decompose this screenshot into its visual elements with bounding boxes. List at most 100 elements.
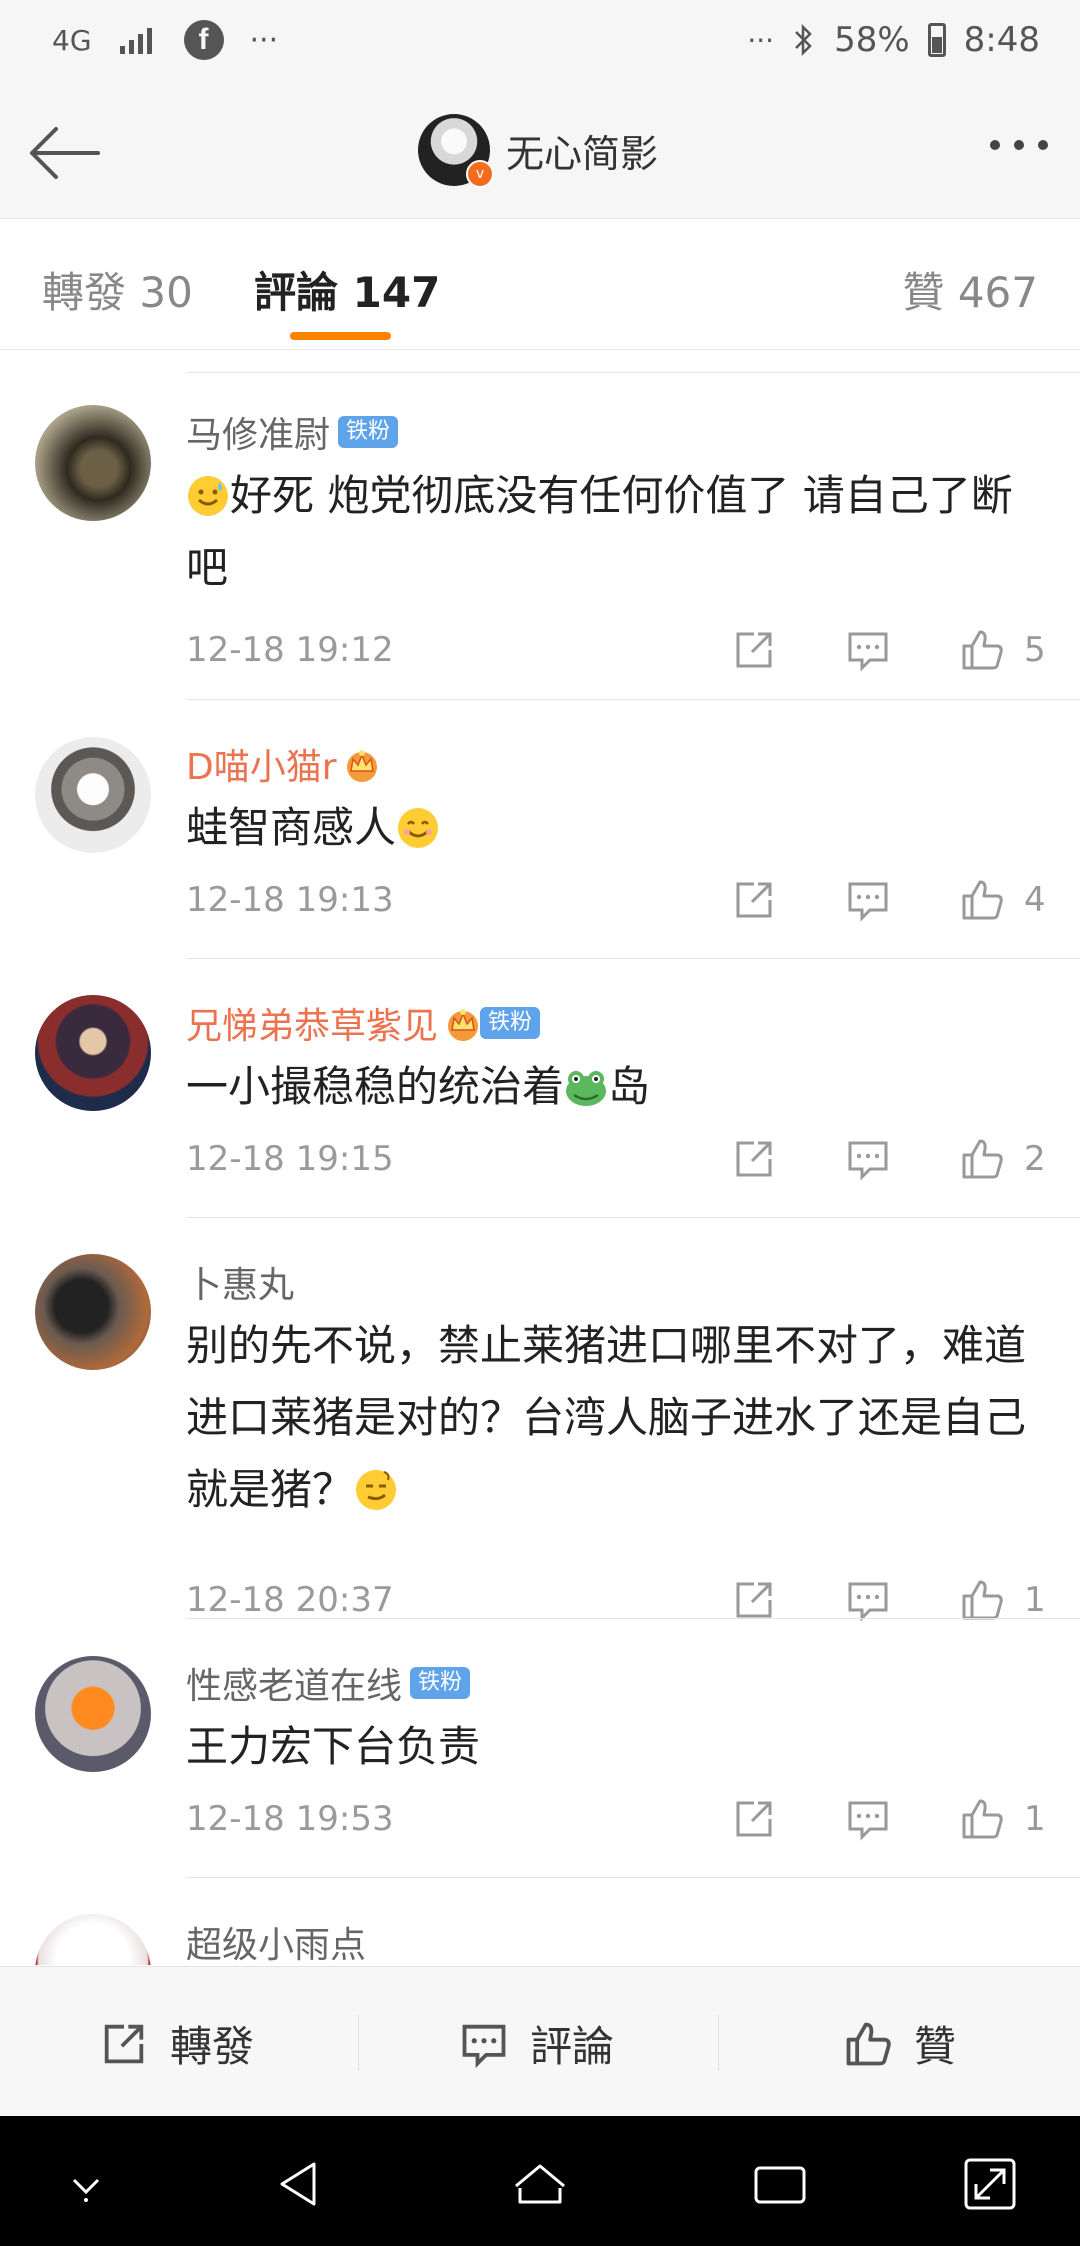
comment-user[interactable]: 马修准尉 铁粉 bbox=[186, 406, 399, 458]
like-icon[interactable] bbox=[958, 1795, 1006, 1843]
nav-back-icon[interactable] bbox=[270, 2154, 330, 2214]
like-icon[interactable] bbox=[958, 626, 1006, 674]
comment-text: 一小撮稳稳的统治着岛 bbox=[186, 1051, 1046, 1123]
comment-text: 王力宏下台负责 bbox=[186, 1711, 1046, 1783]
bottom-action-bar: 轉發 評論 贊 bbox=[0, 1966, 1080, 2117]
active-tab-indicator bbox=[290, 332, 391, 340]
more-dots-icon[interactable] bbox=[990, 140, 1048, 150]
comment-icon[interactable] bbox=[844, 876, 892, 924]
comment-user-name[interactable]: 超级小雨点 bbox=[186, 1916, 366, 1965]
like-count: 1 bbox=[1024, 1580, 1046, 1620]
comment-text: 别的先不说，禁止莱猪进口哪里不对了，难道进口莱猪是对的？台湾人脑子进水了还是自己… bbox=[186, 1310, 1046, 1526]
comment-time: 12-18 19:15 bbox=[186, 1139, 394, 1179]
signal-icon bbox=[119, 28, 152, 54]
author-avatar[interactable]: v bbox=[418, 114, 494, 188]
comment-text: 蛙智商感人 bbox=[186, 792, 1046, 864]
network-type: 4G bbox=[52, 23, 92, 57]
comment-time: 12-18 20:37 bbox=[186, 1580, 394, 1620]
comment-list[interactable]: 马修准尉 铁粉 好死 炮党彻底没有任何价值了 请自己了断吧 12-18 19:1… bbox=[0, 350, 1080, 1965]
nav-recents-icon[interactable] bbox=[750, 2154, 810, 2214]
user-avatar[interactable] bbox=[35, 1254, 151, 1370]
comment-time: 12-18 19:13 bbox=[186, 880, 394, 920]
like-icon[interactable] bbox=[958, 876, 1006, 924]
comment-user[interactable]: 性感老道在线 铁粉 bbox=[186, 1657, 471, 1709]
user-avatar[interactable] bbox=[35, 1914, 151, 1965]
divider bbox=[186, 958, 1080, 959]
fan-badge: 铁粉 bbox=[338, 416, 399, 448]
repost-icon[interactable] bbox=[730, 876, 778, 924]
comment-text-content: 别的先不说，禁止莱猪进口哪里不对了，难道进口莱猪是对的？台湾人脑子进水了还是自己… bbox=[186, 1321, 1027, 1514]
like-count: 2 bbox=[1024, 1139, 1046, 1179]
like-icon[interactable] bbox=[958, 1135, 1006, 1183]
separator bbox=[718, 2015, 719, 2071]
system-nav-bar bbox=[0, 2116, 1080, 2246]
comment-user[interactable]: 兄悌弟恭草紫见 铁粉 bbox=[186, 997, 541, 1049]
status-left-more: ··· bbox=[249, 22, 279, 58]
comment-icon[interactable] bbox=[844, 1576, 892, 1624]
back-arrow-icon bbox=[30, 127, 100, 179]
like-count: 4 bbox=[1024, 880, 1046, 920]
comment-user-name[interactable]: D喵小猫r bbox=[186, 738, 337, 790]
repost-icon[interactable] bbox=[730, 1576, 778, 1624]
frog-emoji-icon bbox=[566, 1071, 607, 1106]
like-icon[interactable] bbox=[958, 1576, 1006, 1624]
user-avatar[interactable] bbox=[35, 995, 151, 1111]
comment-icon[interactable] bbox=[844, 1795, 892, 1843]
top-nav: v 无心简影 bbox=[0, 92, 1080, 219]
hide-keyboard-icon[interactable] bbox=[56, 2154, 116, 2214]
comment-user-name[interactable]: 性感老道在线 bbox=[186, 1657, 402, 1709]
comment-text-content: 蛙智商感人 bbox=[186, 803, 397, 852]
like-count: 1 bbox=[1024, 1799, 1046, 1839]
tab-repost[interactable]: 轉發 30 bbox=[42, 259, 193, 320]
repost-icon[interactable] bbox=[730, 1135, 778, 1183]
tab-likes[interactable]: 贊 467 bbox=[902, 259, 1038, 320]
status-left: 4G f ··· bbox=[52, 20, 278, 60]
status-bar: 4G f ··· ··· 58% 8:48 bbox=[0, 0, 1080, 92]
comment-icon bbox=[462, 2024, 506, 2068]
comment-text-content: 好死 炮党彻底没有任何价值了 请自己了断吧 bbox=[186, 471, 1013, 592]
tab-comments[interactable]: 評論 147 bbox=[254, 259, 440, 320]
smile-emoji-icon bbox=[398, 808, 439, 848]
repost-icon[interactable] bbox=[730, 1795, 778, 1843]
divider bbox=[186, 1217, 1080, 1218]
comment-user-name[interactable]: 卜惠丸 bbox=[186, 1256, 294, 1308]
user-avatar[interactable] bbox=[35, 405, 151, 521]
user-avatar[interactable] bbox=[35, 1656, 151, 1772]
comment-time: 12-18 19:53 bbox=[186, 1799, 394, 1839]
comment-text: 好死 炮党彻底没有任何价值了 请自己了断吧 bbox=[186, 460, 1046, 604]
author-name[interactable]: 无心简影 bbox=[506, 123, 658, 178]
post-author[interactable]: v 无心简影 bbox=[418, 114, 658, 188]
smirk-emoji-icon bbox=[356, 1470, 397, 1510]
user-avatar[interactable] bbox=[35, 737, 151, 853]
status-right-more: ··· bbox=[747, 23, 775, 57]
comment-time: 12-18 19:12 bbox=[186, 630, 394, 670]
like-count: 5 bbox=[1024, 630, 1046, 670]
like-icon bbox=[846, 2022, 891, 2065]
divider bbox=[186, 699, 1080, 700]
comment-text-content: 王力宏下台负责 bbox=[186, 1722, 481, 1771]
back-button[interactable] bbox=[24, 118, 104, 188]
divider bbox=[186, 372, 1080, 373]
comment-label: 評論 bbox=[530, 2022, 615, 2071]
nav-home-icon[interactable] bbox=[510, 2154, 570, 2214]
comment-button[interactable]: 評論 bbox=[458, 2013, 614, 2074]
status-right: ··· 58% 8:48 bbox=[747, 20, 1040, 60]
separator bbox=[358, 2015, 359, 2071]
comment-user-name[interactable]: 兄悌弟恭草紫见 bbox=[186, 997, 438, 1049]
comment-text-content-1: 一小撮稳稳的统治着 bbox=[186, 1062, 565, 1111]
rotate-screen-icon[interactable] bbox=[960, 2154, 1020, 2214]
comment-icon[interactable] bbox=[844, 1135, 892, 1183]
comment-user[interactable]: 超级小雨点 bbox=[186, 1916, 366, 1965]
comment-user[interactable]: D喵小猫r bbox=[186, 738, 383, 790]
fan-badge: 铁粉 bbox=[410, 1667, 471, 1699]
repost-icon bbox=[104, 2024, 144, 2063]
repost-icon[interactable] bbox=[730, 626, 778, 674]
like-button[interactable]: 贊 bbox=[842, 2013, 956, 2074]
comment-icon[interactable] bbox=[844, 626, 892, 674]
repost-button[interactable]: 轉發 bbox=[98, 2013, 254, 2074]
comment-user[interactable]: 卜惠丸 bbox=[186, 1256, 294, 1308]
like-label: 贊 bbox=[914, 2022, 957, 2071]
facebook-icon: f bbox=[183, 20, 224, 60]
comment-user-name[interactable]: 马修准尉 bbox=[186, 406, 330, 458]
divider bbox=[186, 1877, 1080, 1878]
